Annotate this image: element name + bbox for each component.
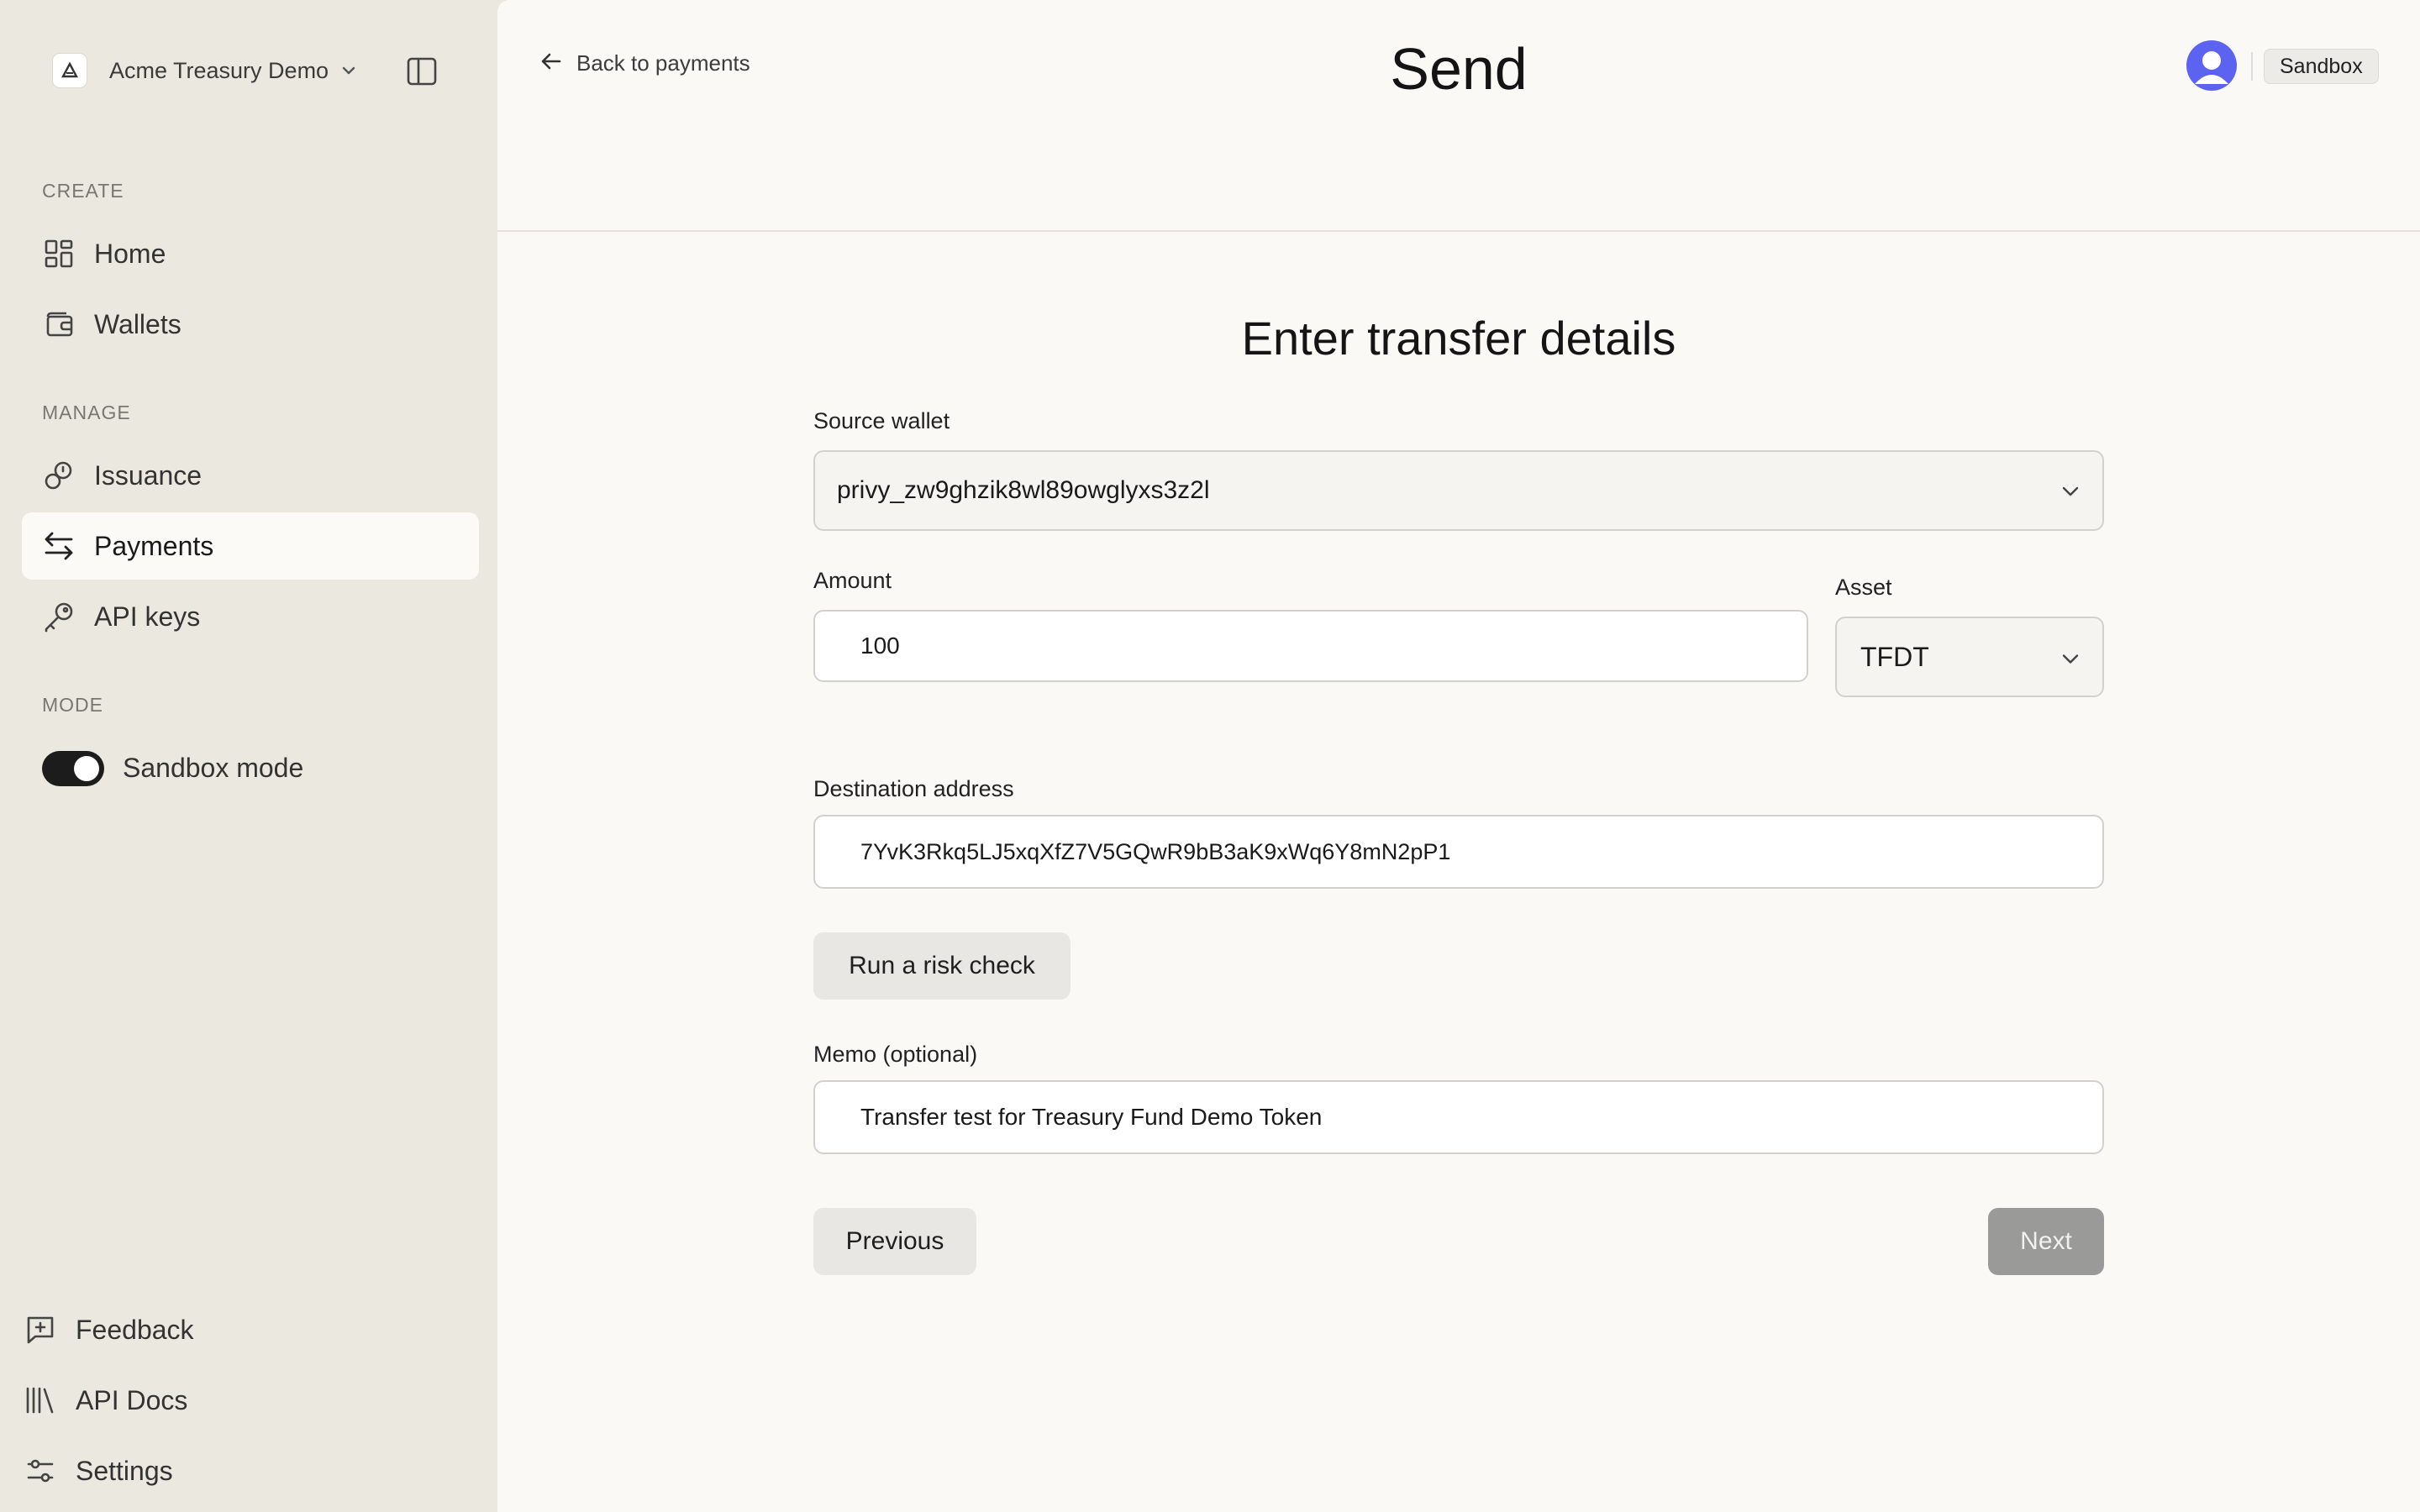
source-wallet-label: Source wallet: [813, 408, 950, 433]
next-button[interactable]: Next: [1988, 1208, 2104, 1275]
sandbox-mode-toggle[interactable]: [42, 751, 104, 786]
org-switcher[interactable]: Acme Treasury Demo: [52, 47, 357, 94]
amount-label: Amount: [813, 568, 892, 593]
key-icon: [42, 600, 76, 633]
sidebar-item-wallets[interactable]: Wallets: [22, 291, 479, 358]
chevron-down-icon: [2060, 476, 2081, 505]
main-panel: Back to payments Send Sandbox Enter tran…: [497, 0, 2420, 1512]
user-avatar[interactable]: [2186, 40, 2237, 91]
org-logo-icon: [52, 53, 87, 88]
sidebar-item-api-keys[interactable]: API keys: [22, 583, 479, 650]
destination-address-input[interactable]: 7YvK3Rkq5LJ5xqXfZ7V5GQwR9bB3aK9xWq6Y8mN2…: [813, 815, 2104, 889]
sidebar-item-label: Issuance: [94, 459, 203, 491]
environment-badge: Sandbox: [2264, 49, 2379, 84]
memo-value: Transfer test for Treasury Fund Demo Tok…: [860, 1104, 1323, 1130]
page-title: Send: [1390, 36, 1528, 102]
asset-select[interactable]: TFDT: [1835, 617, 2104, 697]
source-wallet-value: privy_zw9ghzik8wl89owglyxs3z2l: [837, 476, 1210, 504]
library-icon: [24, 1383, 57, 1417]
sidebar-item-settings[interactable]: Settings: [2, 1441, 472, 1500]
sidebar-item-home[interactable]: Home: [22, 220, 479, 287]
amount-value: 100: [860, 633, 900, 659]
section-label-create: CREATE: [42, 180, 124, 202]
page-header: Back to payments Send Sandbox: [497, 0, 2420, 232]
previous-button[interactable]: Previous: [813, 1208, 976, 1275]
memo-label: Memo (optional): [813, 1042, 978, 1067]
grid-icon: [42, 237, 76, 270]
header-divider: [2251, 52, 2253, 81]
memo-input[interactable]: Transfer test for Treasury Fund Demo Tok…: [813, 1080, 2104, 1154]
chevron-down-icon: [2060, 642, 2081, 673]
sidebar-item-payments[interactable]: Payments: [22, 512, 479, 580]
sidebar-item-label: Feedback: [76, 1314, 194, 1345]
issuance-icon: [42, 459, 76, 492]
sidebar-item-issuance[interactable]: Issuance: [22, 442, 479, 509]
arrows-exchange-icon: [42, 529, 76, 563]
sidebar-item-label: Wallets: [94, 308, 182, 339]
sidebar: Acme Treasury Demo CREATE Home Wallets M…: [0, 0, 497, 1512]
sidebar-item-label: Home: [94, 238, 166, 269]
sidebar-item-api-docs[interactable]: API Docs: [2, 1371, 472, 1430]
sliders-icon: [24, 1454, 57, 1488]
amount-input[interactable]: 100: [813, 610, 1808, 682]
destination-address-value: 7YvK3Rkq5LJ5xqXfZ7V5GQwR9bB3aK9xWq6Y8mN2…: [860, 838, 1451, 864]
section-label-mode: MODE: [42, 694, 103, 716]
feedback-icon: [24, 1313, 57, 1347]
sidebar-item-feedback[interactable]: Feedback: [2, 1300, 472, 1359]
sidebar-item-label: Settings: [76, 1455, 173, 1486]
sidebar-toggle-icon[interactable]: [407, 57, 437, 86]
run-risk-check-button[interactable]: Run a risk check: [813, 932, 1071, 1000]
sidebar-item-label: API Docs: [76, 1384, 188, 1415]
destination-address-label: Destination address: [813, 776, 1014, 801]
sidebar-item-label: Payments: [94, 530, 214, 561]
sidebar-item-label: API keys: [94, 601, 201, 632]
asset-value: TFDT: [1860, 641, 1929, 672]
toggle-knob: [74, 756, 99, 781]
source-wallet-select[interactable]: privy_zw9ghzik8wl89owglyxs3z2l: [813, 450, 2104, 531]
wallet-icon: [42, 307, 76, 341]
section-label-manage: MANAGE: [42, 402, 131, 423]
org-name: Acme Treasury Demo: [109, 57, 329, 83]
form-heading: Enter transfer details: [1241, 312, 1676, 365]
sandbox-mode-label: Sandbox mode: [123, 753, 304, 783]
chevron-down-icon: [340, 65, 357, 76]
asset-label: Asset: [1835, 575, 1892, 600]
